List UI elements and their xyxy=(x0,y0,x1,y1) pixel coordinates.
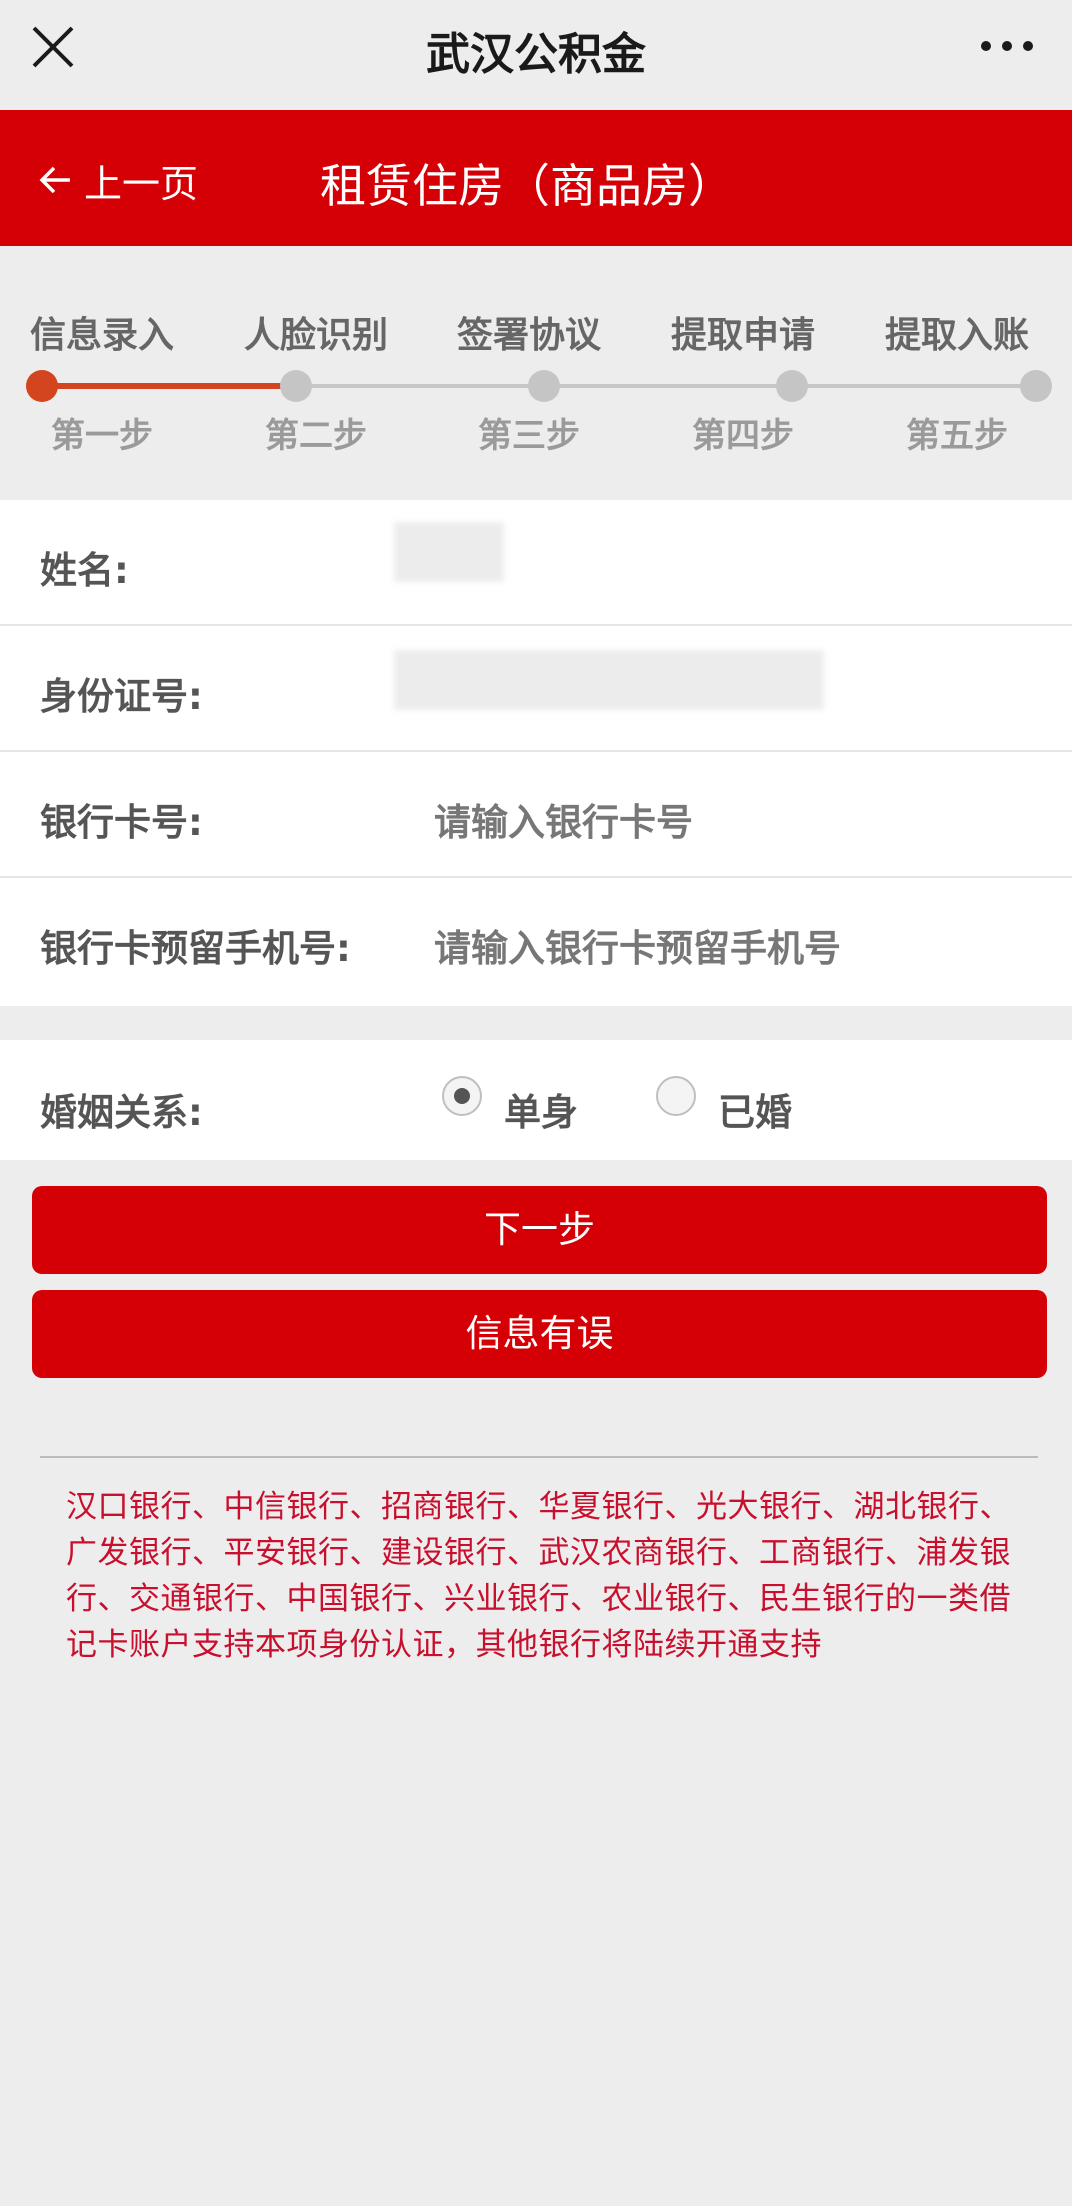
next-step-button[interactable]: 下一步 xyxy=(32,1186,1047,1274)
card-row[interactable]: 银行卡号: 请输入银行卡号 xyxy=(0,752,1072,878)
more-icon[interactable] xyxy=(980,38,1034,54)
divider xyxy=(40,1456,1038,1458)
name-row: 姓名: xyxy=(0,500,1072,626)
name-value-redacted xyxy=(394,522,504,582)
step-label-2: 人脸识别 xyxy=(243,315,388,356)
step-dot-4 xyxy=(776,370,808,402)
step-sub-2: 第二步 xyxy=(265,416,367,456)
phone-row[interactable]: 银行卡预留手机号: 请输入银行卡预留手机号 xyxy=(0,878,1072,1006)
info-form: 姓名: 身份证号: 银行卡号: 请输入银行卡号 银行卡预留手机号: 请输入银行卡… xyxy=(0,500,1072,1006)
radio-married-label[interactable]: 已婚 xyxy=(718,1082,792,1136)
step-progress: 信息录入 人脸识别 签署协议 提取申请 提取入账 第一步 第二步 第三步 第四步… xyxy=(0,246,1072,500)
radio-single-label[interactable]: 单身 xyxy=(504,1082,578,1136)
step-label-3: 签署协议 xyxy=(456,315,601,356)
app-title: 武汉公积金 xyxy=(426,29,646,80)
step-dot-2 xyxy=(280,370,312,402)
top-bar: 武汉公积金 xyxy=(0,0,1072,110)
name-label: 姓名: xyxy=(40,549,129,592)
page-header: 上一页 租赁住房（商品房） xyxy=(0,110,1072,246)
step-sub-4: 第四步 xyxy=(692,416,794,456)
id-row: 身份证号: xyxy=(0,626,1072,752)
radio-married[interactable] xyxy=(656,1076,696,1116)
info-error-button[interactable]: 信息有误 xyxy=(32,1290,1047,1378)
back-label: 上一页 xyxy=(84,161,199,206)
radio-single[interactable] xyxy=(442,1076,482,1116)
marriage-label: 婚姻关系: xyxy=(40,1091,203,1134)
back-button[interactable]: 上一页 xyxy=(38,160,198,206)
card-label: 银行卡号: xyxy=(40,801,203,844)
step-label-4: 提取申请 xyxy=(670,315,815,356)
id-label: 身份证号: xyxy=(40,675,203,718)
bank-support-notice: 汉口银行、中信银行、招商银行、华夏银行、光大银行、湖北银行、广发银行、平安银行、… xyxy=(66,1489,1011,1663)
step-sub-5: 第五步 xyxy=(906,416,1008,456)
step-label-1: 信息录入 xyxy=(29,315,174,356)
phone-input[interactable]: 请输入银行卡预留手机号 xyxy=(434,918,841,972)
step-label-5: 提取入账 xyxy=(884,315,1029,356)
step-sub-1: 第一步 xyxy=(51,416,153,456)
step-dot-3 xyxy=(528,370,560,402)
page-title: 租赁住房（商品房） xyxy=(320,159,734,213)
marriage-row: 婚姻关系: 单身 已婚 xyxy=(0,1040,1072,1160)
arrow-left-icon xyxy=(39,166,70,194)
step-dot-5 xyxy=(1020,370,1052,402)
progress-track-done xyxy=(42,383,296,389)
id-value-redacted xyxy=(394,650,824,710)
step-dot-1 xyxy=(26,370,58,402)
card-number-input[interactable]: 请输入银行卡号 xyxy=(434,792,693,846)
phone-label: 银行卡预留手机号: xyxy=(40,927,351,970)
step-sub-3: 第三步 xyxy=(478,416,580,456)
